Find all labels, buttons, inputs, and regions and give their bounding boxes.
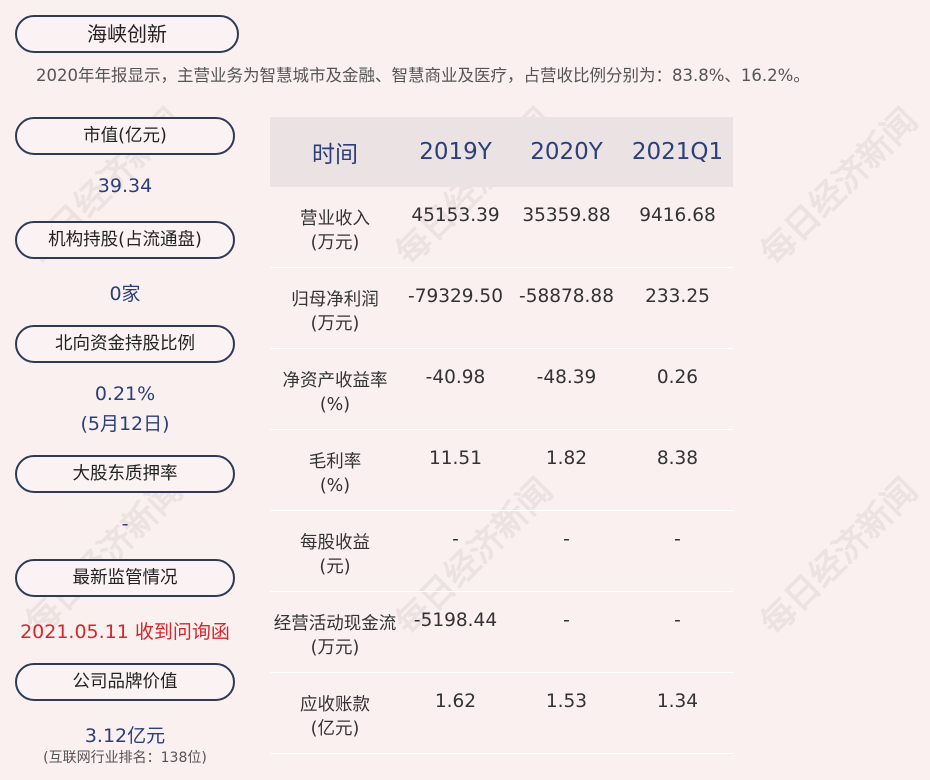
cell-value: 233.25: [645, 286, 710, 307]
row-label: 经营活动现金流 (万元): [273, 614, 397, 658]
northbound-ratio-value: 0.21%: [94, 383, 156, 405]
company-title: 海峡创新: [15, 15, 239, 53]
header-2019: 2019Y: [419, 139, 492, 165]
cell-value: 1.53: [545, 691, 588, 712]
financial-table: 时间 2019Y 2020Y 2021Q1 营业收入 (万元) 45153.39 …: [270, 117, 733, 754]
cell-value: -: [674, 610, 681, 631]
watermark: 每日经济新闻: [753, 470, 926, 644]
cell-value: -48.39: [536, 367, 597, 388]
cell-value: -: [452, 529, 459, 550]
cell-value: -: [563, 529, 570, 550]
cell-value: 35359.88: [522, 205, 611, 226]
business-summary: 2020年年报显示，主营业务为智慧城市及金融、智慧商业及医疗，占营收比例分别为：…: [36, 66, 810, 85]
cell-value: -: [563, 610, 570, 631]
table-row: 应收账款 (亿元) 1.62 1.53 1.34: [270, 673, 733, 754]
cell-value: -: [674, 529, 681, 550]
institution-holding-value: 0家: [109, 283, 141, 305]
regulation-label: 最新监管情况: [15, 559, 235, 597]
cell-value: 9416.68: [639, 205, 716, 226]
brand-rank-note: (互联网行业排名：138位): [43, 750, 207, 766]
cell-value: 11.51: [429, 448, 482, 469]
brand-value: 3.12亿元: [84, 725, 166, 747]
cell-value: 1.62: [434, 691, 477, 712]
cell-value: 0.26: [656, 367, 699, 388]
row-label: 应收账款 (亿元): [300, 695, 370, 739]
northbound-ratio-date: (5月12日): [80, 413, 170, 435]
table-row: 经营活动现金流 (万元) -5198.44 - -: [270, 592, 733, 673]
regulation-value: 2021.05.11 收到问询函: [20, 621, 230, 643]
table-header: 时间 2019Y 2020Y 2021Q1: [270, 117, 733, 187]
cell-value: 45153.39: [411, 205, 500, 226]
pledge-ratio-value: -: [121, 513, 129, 535]
market-cap-value: 39.34: [97, 175, 153, 197]
cell-value: -79329.50: [408, 286, 503, 307]
cell-value: 1.82: [545, 448, 588, 469]
row-label: 归母净利润 (万元): [291, 290, 379, 334]
northbound-ratio-label: 北向资金持股比例: [15, 325, 235, 363]
row-label: 毛利率 (%): [308, 452, 362, 496]
pledge-ratio-label: 大股东质押率: [15, 455, 235, 493]
header-2020: 2020Y: [530, 139, 603, 165]
institution-holding-label: 机构持股(占流通盘): [15, 221, 235, 259]
cell-value: -5198.44: [413, 610, 498, 631]
table-row: 净资产收益率 (%) -40.98 -48.39 0.26: [270, 349, 733, 430]
row-label: 每股收益 (元): [300, 533, 370, 577]
header-time: 时间: [312, 142, 358, 168]
header-2021q1: 2021Q1: [631, 139, 724, 165]
row-label: 净资产收益率 (%): [282, 371, 388, 415]
cell-value: -40.98: [425, 367, 486, 388]
cell-value: 1.34: [656, 691, 699, 712]
table-row: 每股收益 (元) - - -: [270, 511, 733, 592]
table-row: 毛利率 (%) 11.51 1.82 8.38: [270, 430, 733, 511]
cell-value: 8.38: [656, 448, 699, 469]
table-row: 归母净利润 (万元) -79329.50 -58878.88 233.25: [270, 268, 733, 349]
watermark: 每日经济新闻: [753, 100, 926, 274]
brand-value-label: 公司品牌价值: [15, 663, 235, 701]
table-row: 营业收入 (万元) 45153.39 35359.88 9416.68: [270, 187, 733, 268]
row-label: 营业收入 (万元): [300, 209, 370, 253]
market-cap-label: 市值(亿元): [15, 117, 235, 155]
cell-value: -58878.88: [519, 286, 614, 307]
